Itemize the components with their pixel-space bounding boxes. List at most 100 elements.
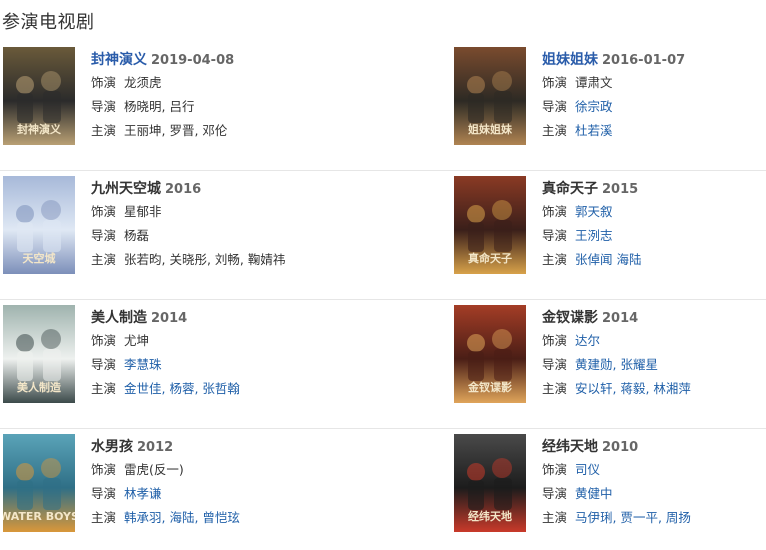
role-value: 星郁非: [124, 204, 162, 219]
director-line: 导演 杨磊: [91, 224, 331, 248]
director-label: 导演: [91, 228, 117, 243]
drama-title[interactable]: 金钗谍影: [542, 310, 598, 326]
drama-poster[interactable]: 美人制造: [3, 305, 75, 403]
cast-label: 主演: [542, 381, 568, 396]
drama-poster[interactable]: 姐妹姐妹: [454, 47, 526, 145]
drama-title[interactable]: 美人制造: [91, 310, 147, 326]
director-value: 杨磊: [124, 228, 150, 243]
drama-row: 天空城 九州天空城 2016 饰演 星郁非 导演 杨磊 主演 张若昀, 关晓彤, 刘畅, 鞠婧祎…: [0, 176, 766, 305]
poster-text: 天空城: [23, 251, 56, 265]
drama-poster[interactable]: 封神演义: [3, 47, 75, 145]
cast-value[interactable]: 金世佳, 杨蓉, 张哲翰: [124, 381, 240, 396]
drama-poster[interactable]: 金钗谍影: [454, 305, 526, 403]
drama-year: 2016-01-07: [602, 53, 686, 68]
drama-title[interactable]: 九州天空城: [91, 181, 161, 197]
director-line: 导演 李慧珠: [91, 353, 331, 377]
role-value[interactable]: 司仪: [575, 462, 600, 477]
cast-label: 主演: [542, 252, 568, 267]
role-value[interactable]: 达尔: [575, 333, 600, 348]
drama-card: 封神演义 封神演义 2019-04-08 饰演 龙须虎 导演 杨晓明, 吕行 主演 王丽坤, 罗…: [3, 47, 333, 176]
drama-poster[interactable]: 天空城: [3, 176, 75, 274]
cast-line: 主演 金世佳, 杨蓉, 张哲翰: [91, 377, 331, 401]
cast-value: 张若昀, 关晓彤, 刘畅, 鞠婧祎: [124, 252, 286, 267]
drama-title[interactable]: 真命天子: [542, 181, 598, 197]
role-line: 饰演 雷虎(反一): [91, 458, 331, 482]
cast-line: 主演 安以轩, 蒋毅, 林湘萍: [542, 377, 766, 401]
role-line: 饰演 星郁非: [91, 200, 331, 224]
cast-value[interactable]: 安以轩, 蒋毅, 林湘萍: [575, 381, 691, 396]
director-label: 导演: [542, 99, 568, 114]
poster-text: 真命天子: [468, 251, 512, 265]
drama-info: 美人制造 2014 饰演 尤坤 导演 李慧珠 主演 金世佳, 杨蓉, 张哲翰: [91, 305, 331, 401]
director-line: 导演 徐宗政: [542, 95, 766, 119]
drama-card: 金钗谍影 金钗谍影 2014 饰演 达尔 导演 黄建勋, 张耀星 主演 安以轩, 蒋毅, 林湘萍: [454, 305, 766, 434]
director-line: 导演 黄建勋, 张耀星: [542, 353, 766, 377]
drama-year: 2016: [165, 182, 202, 197]
role-label: 饰演: [91, 462, 117, 477]
cast-value[interactable]: 张倬闻 海陆: [575, 252, 641, 267]
role-line: 饰演 司仪: [542, 458, 766, 482]
role-value: 龙须虎: [124, 75, 162, 90]
director-label: 导演: [91, 357, 117, 372]
director-value[interactable]: 黄建勋, 张耀星: [575, 357, 658, 372]
cast-label: 主演: [91, 252, 117, 267]
role-value[interactable]: 郭天叙: [575, 204, 613, 219]
director-value: 杨晓明, 吕行: [124, 99, 195, 114]
drama-title[interactable]: 姐妹姐妹: [542, 52, 598, 68]
director-value[interactable]: 徐宗政: [575, 99, 613, 114]
poster-text: 姐妹姐妹: [468, 122, 513, 136]
drama-info: 金钗谍影 2014 饰演 达尔 导演 黄建勋, 张耀星 主演 安以轩, 蒋毅, 林湘萍: [542, 305, 766, 401]
director-label: 导演: [91, 99, 117, 114]
role-value: 雷虎(反一): [124, 462, 184, 477]
cast-label: 主演: [542, 123, 568, 138]
role-line: 饰演 郭天叙: [542, 200, 766, 224]
cast-value: 王丽坤, 罗晋, 邓伦: [124, 123, 228, 138]
drama-info: 姐妹姐妹 2016-01-07 饰演 谭肃文 导演 徐宗政 主演 杜若溪: [542, 47, 766, 143]
director-value[interactable]: 李慧珠: [124, 357, 162, 372]
drama-card: 天空城 九州天空城 2016 饰演 星郁非 导演 杨磊 主演 张若昀, 关晓彤, 刘畅, 鞠婧祎: [3, 176, 333, 305]
drama-year: 2014: [602, 311, 639, 326]
drama-title[interactable]: 水男孩: [91, 439, 133, 455]
director-value[interactable]: 黄健中: [575, 486, 613, 501]
director-label: 导演: [542, 357, 568, 372]
poster-text: 经纬天地: [468, 509, 512, 523]
drama-row: WATER BOYS 水男孩 2012 饰演 雷虎(反一) 导演 林孝谦 主演 韩承羽, 海陆,…: [0, 434, 766, 550]
drama-poster[interactable]: 真命天子: [454, 176, 526, 274]
cast-value[interactable]: 杜若溪: [575, 123, 613, 138]
drama-card: 美人制造 美人制造 2014 饰演 尤坤 导演 李慧珠 主演 金世佳, 杨蓉, 张哲翰: [3, 305, 333, 434]
director-label: 导演: [542, 486, 568, 501]
role-label: 饰演: [542, 462, 568, 477]
drama-title[interactable]: 封神演义: [91, 52, 147, 68]
poster-text: WATER BOYS: [3, 510, 75, 523]
director-line: 导演 林孝谦: [91, 482, 331, 506]
drama-year: 2010: [602, 440, 639, 455]
drama-info: 经纬天地 2010 饰演 司仪 导演 黄健中 主演 马伊琍, 贾一平, 周扬: [542, 434, 766, 530]
role-line: 饰演 龙须虎: [91, 71, 331, 95]
cast-value[interactable]: 韩承羽, 海陆, 曾恺玹: [124, 510, 240, 525]
role-line: 饰演 尤坤: [91, 329, 331, 353]
drama-title[interactable]: 经纬天地: [542, 439, 598, 455]
drama-poster[interactable]: WATER BOYS: [3, 434, 75, 532]
drama-info: 水男孩 2012 饰演 雷虎(反一) 导演 林孝谦 主演 韩承羽, 海陆, 曾恺玹: [91, 434, 331, 530]
drama-year: 2015: [602, 182, 639, 197]
cast-line: 主演 张倬闻 海陆: [542, 248, 766, 272]
drama-row: 封神演义 封神演义 2019-04-08 饰演 龙须虎 导演 杨晓明, 吕行 主演 王丽坤, 罗…: [0, 47, 766, 176]
role-label: 饰演: [542, 204, 568, 219]
drama-info: 真命天子 2015 饰演 郭天叙 导演 王洌志 主演 张倬闻 海陆: [542, 176, 766, 272]
poster-text: 封神演义: [17, 122, 62, 136]
role-value: 谭肃文: [575, 75, 613, 90]
role-label: 饰演: [542, 333, 568, 348]
cast-label: 主演: [542, 510, 568, 525]
drama-year: 2012: [137, 440, 174, 455]
section-title: 参演电视剧: [2, 12, 95, 33]
cast-label: 主演: [91, 381, 117, 396]
cast-value[interactable]: 马伊琍, 贾一平, 周扬: [575, 510, 691, 525]
role-label: 饰演: [91, 333, 117, 348]
cast-label: 主演: [91, 510, 117, 525]
poster-text: 金钗谍影: [467, 380, 512, 394]
director-value[interactable]: 林孝谦: [124, 486, 162, 501]
director-line: 导演 杨晓明, 吕行: [91, 95, 331, 119]
cast-line: 主演 马伊琍, 贾一平, 周扬: [542, 506, 766, 530]
director-value[interactable]: 王洌志: [575, 228, 613, 243]
drama-poster[interactable]: 经纬天地: [454, 434, 526, 532]
